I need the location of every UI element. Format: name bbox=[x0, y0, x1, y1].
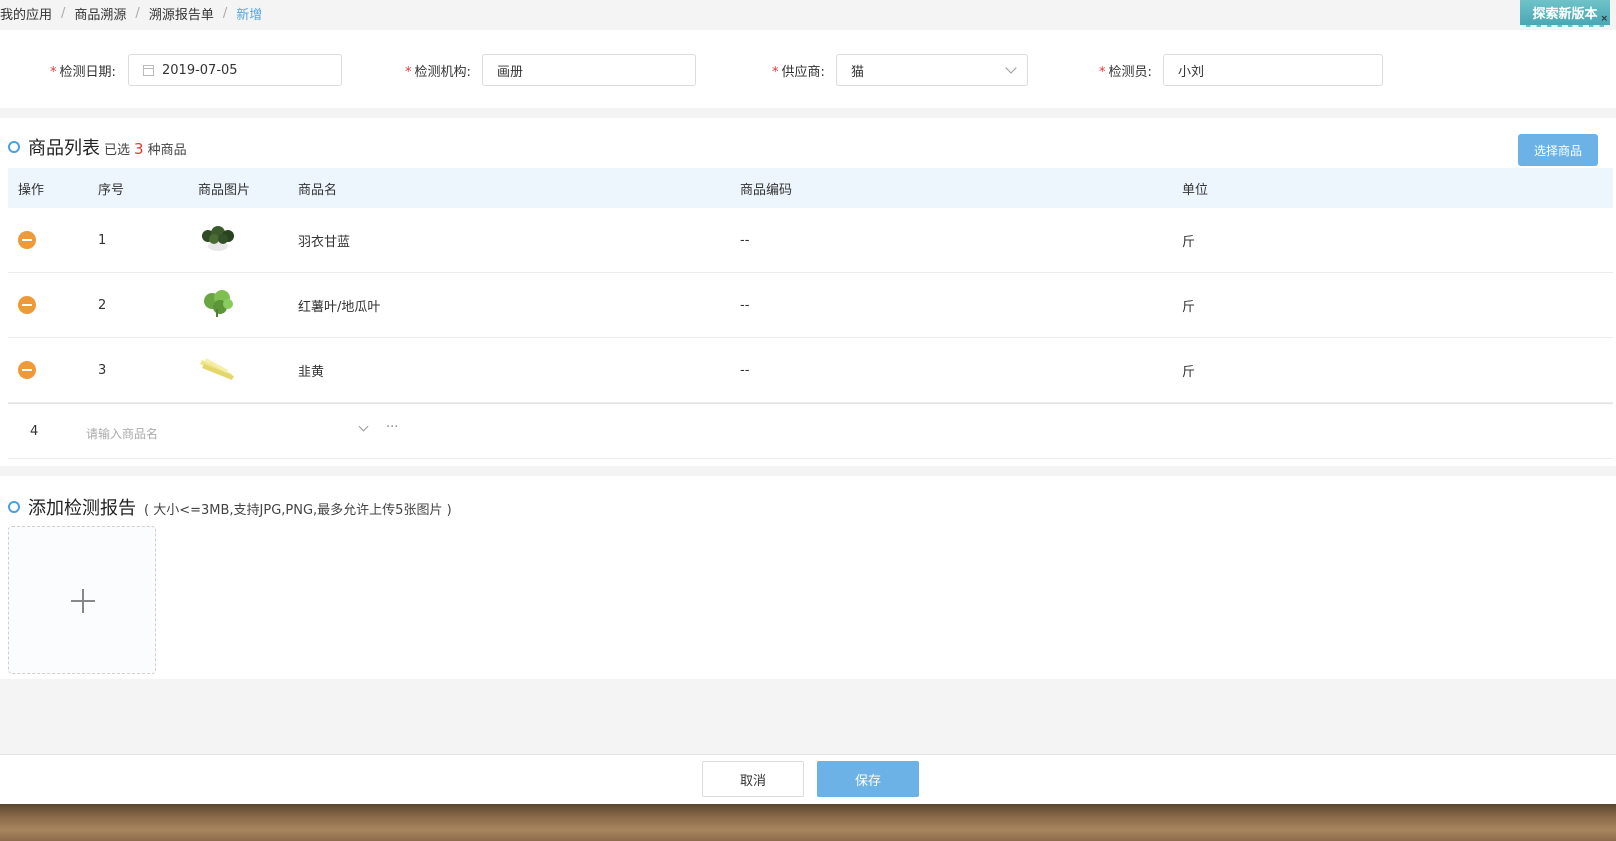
form-item-supplier: * 供应商: 猫 bbox=[772, 54, 1028, 86]
goods-name-input[interactable]: 请输入商品名 bbox=[86, 425, 158, 442]
date-picker[interactable]: 2019-07-05 bbox=[128, 54, 342, 86]
form-item-agency: * 检测机构: 画册 bbox=[405, 54, 696, 86]
new-row-no: 4 bbox=[30, 424, 39, 439]
goods-table: 操作 序号 商品图片 商品名 商品编码 单位 1 羽衣甘蓝 -- 斤 2 红薯叶… bbox=[8, 168, 1613, 459]
column-header-name: 商品名 bbox=[298, 182, 338, 198]
report-section-title: 添加检测报告 ( 大小<=3MB,支持JPG,PNG,最多允许上传5张图片 ) bbox=[8, 494, 452, 520]
supplier-value: 猫 bbox=[851, 64, 865, 80]
agency-label: * 检测机构: bbox=[405, 64, 471, 80]
upload-report-area[interactable] bbox=[8, 526, 156, 674]
calendar-icon bbox=[143, 64, 154, 76]
report-hint: ( 大小<=3MB,支持JPG,PNG,最多允许上传5张图片 ) bbox=[144, 503, 452, 518]
new-goods-row: 4 请输入商品名 ··· bbox=[8, 403, 1613, 459]
selected-prefix: 已选 bbox=[104, 143, 131, 158]
plus-icon-vertical bbox=[82, 589, 84, 613]
row-unit: 斤 bbox=[1182, 299, 1196, 315]
column-header-action: 操作 bbox=[18, 182, 45, 198]
sweet-potato-leaf-image bbox=[198, 287, 238, 323]
section-dot-icon bbox=[8, 501, 20, 513]
more-icon[interactable]: ··· bbox=[386, 420, 398, 435]
row-name: 韭黄 bbox=[298, 364, 325, 380]
breadcrumb-item-report-list[interactable]: 溯源报告单 bbox=[149, 4, 214, 23]
table-row: 1 羽衣甘蓝 -- 斤 bbox=[8, 208, 1613, 273]
goods-panel: 商品列表 已选 3 种商品 选择商品 操作 序号 商品图片 商品名 商品编码 单… bbox=[0, 118, 1616, 466]
supplier-select[interactable]: 猫 bbox=[836, 54, 1028, 86]
breadcrumb: 我的应用 / 商品溯源 / 溯源报告单 / 新增 bbox=[0, 0, 262, 26]
form-item-date: * 检测日期: 2019-07-05 bbox=[50, 54, 342, 86]
row-code: -- bbox=[740, 232, 750, 248]
report-panel: 添加检测报告 ( 大小<=3MB,支持JPG,PNG,最多允许上传5张图片 ) bbox=[0, 476, 1616, 679]
save-button[interactable]: 保存 bbox=[817, 761, 919, 797]
column-header-code: 商品编码 bbox=[740, 182, 793, 198]
table-row: 2 红薯叶/地瓜叶 -- 斤 bbox=[8, 273, 1613, 338]
footer-bar: 取消 保存 bbox=[0, 754, 1616, 804]
close-icon[interactable]: × bbox=[1600, 14, 1608, 24]
goods-title: 商品列表 bbox=[28, 138, 100, 159]
report-title: 添加检测报告 bbox=[28, 498, 136, 519]
row-name: 红薯叶/地瓜叶 bbox=[298, 299, 381, 315]
yellow-chive-image bbox=[198, 352, 238, 388]
date-value: 2019-07-05 bbox=[162, 62, 238, 78]
inspector-value: 小刘 bbox=[1178, 64, 1205, 80]
form-panel: * 检测日期: 2019-07-05 * 检测机构: 画册 * 供应商: 猫 * 检测员… bbox=[0, 30, 1616, 108]
form-item-inspector: * 检测员: 小刘 bbox=[1099, 54, 1383, 86]
breadcrumb-current: 新增 bbox=[236, 7, 263, 23]
selected-suffix: 种商品 bbox=[147, 143, 187, 158]
inspector-label: * 检测员: bbox=[1099, 64, 1152, 80]
select-goods-button[interactable]: 选择商品 bbox=[1518, 134, 1598, 166]
row-name: 羽衣甘蓝 bbox=[298, 234, 351, 250]
breadcrumb-item-my-apps[interactable]: 我的应用 bbox=[0, 4, 52, 23]
remove-icon[interactable] bbox=[18, 231, 36, 249]
breadcrumb-separator: / bbox=[61, 5, 66, 21]
explore-new-version-label: 探索新版本 bbox=[1532, 7, 1598, 22]
row-code: -- bbox=[740, 362, 750, 378]
breadcrumb-item-traceability[interactable]: 商品溯源 bbox=[74, 4, 126, 23]
column-header-no: 序号 bbox=[98, 182, 125, 198]
chevron-down-icon[interactable] bbox=[358, 421, 369, 432]
row-no: 2 bbox=[98, 297, 107, 313]
row-unit: 斤 bbox=[1182, 364, 1196, 380]
section-dot-icon bbox=[8, 141, 20, 153]
row-unit: 斤 bbox=[1182, 234, 1196, 250]
remove-icon[interactable] bbox=[18, 296, 36, 314]
table-row: 3 韭黄 -- 斤 bbox=[8, 338, 1613, 403]
background-strip bbox=[0, 804, 1616, 841]
goods-section-title: 商品列表 已选 3 种商品 bbox=[8, 134, 187, 160]
agency-value: 画册 bbox=[497, 64, 524, 80]
date-label: * 检测日期: bbox=[50, 64, 116, 80]
chevron-down-icon bbox=[1005, 62, 1017, 74]
column-header-image: 商品图片 bbox=[198, 182, 251, 198]
kale-image bbox=[198, 222, 238, 258]
selected-count: 3 bbox=[134, 140, 144, 158]
explore-new-version-badge[interactable]: 探索新版本 × bbox=[1520, 0, 1610, 27]
remove-icon[interactable] bbox=[18, 361, 36, 379]
table-header: 操作 序号 商品图片 商品名 商品编码 单位 bbox=[8, 168, 1613, 208]
column-header-unit: 单位 bbox=[1182, 182, 1209, 198]
cancel-button[interactable]: 取消 bbox=[702, 761, 804, 797]
agency-input[interactable]: 画册 bbox=[482, 54, 696, 86]
breadcrumb-separator: / bbox=[222, 5, 228, 21]
supplier-label: * 供应商: bbox=[772, 64, 825, 80]
row-code: -- bbox=[740, 297, 750, 313]
breadcrumb-separator: / bbox=[135, 5, 140, 21]
row-no: 1 bbox=[98, 232, 107, 248]
inspector-input[interactable]: 小刘 bbox=[1163, 54, 1383, 86]
row-no: 3 bbox=[98, 362, 107, 378]
